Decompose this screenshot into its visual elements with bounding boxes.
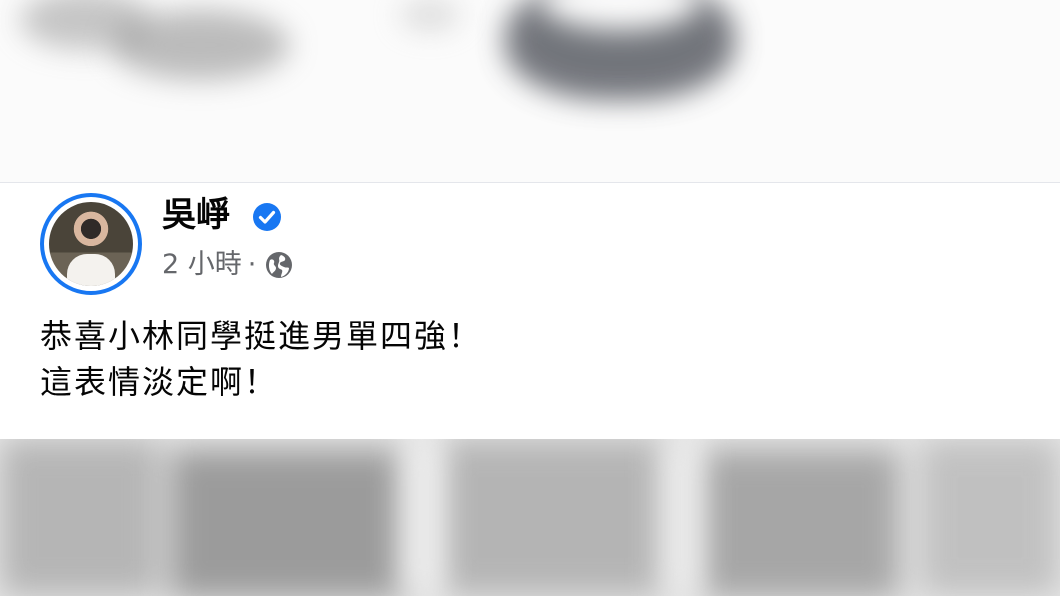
post-card: 吳崢 2 小時 · 恭喜小林同學挺進男單四強！ 這表情淡定啊！ — [0, 183, 1060, 439]
blur-shape — [170, 449, 410, 596]
post-text-line: 恭喜小林同學挺進男單四強！ — [40, 317, 483, 355]
blur-shape — [920, 439, 1060, 596]
blur-shape — [660, 439, 700, 596]
post-timestamp[interactable]: 2 小時 — [162, 247, 242, 283]
post-text: 恭喜小林同學挺進男單四強！ 這表情淡定啊！ — [40, 313, 482, 405]
blur-shape — [400, 439, 440, 596]
author-name[interactable]: 吳崢 — [162, 193, 230, 237]
avatar[interactable] — [49, 202, 133, 286]
blur-shape — [110, 10, 290, 80]
post-text-line: 這表情淡定啊！ — [40, 363, 279, 401]
blur-shape — [700, 449, 900, 596]
avatar-ring[interactable] — [40, 193, 142, 295]
meta-separator: · — [247, 249, 257, 280]
blurred-image-area — [0, 439, 1060, 596]
blur-shape — [0, 439, 160, 596]
blur-shape — [400, 0, 460, 30]
avatar-figure — [67, 254, 115, 286]
post-meta: 2 小時 · — [162, 247, 294, 283]
globe-icon[interactable] — [264, 250, 294, 280]
blur-shape — [440, 439, 670, 596]
blurred-header-area — [0, 0, 1060, 182]
verified-badge-icon — [253, 203, 281, 231]
